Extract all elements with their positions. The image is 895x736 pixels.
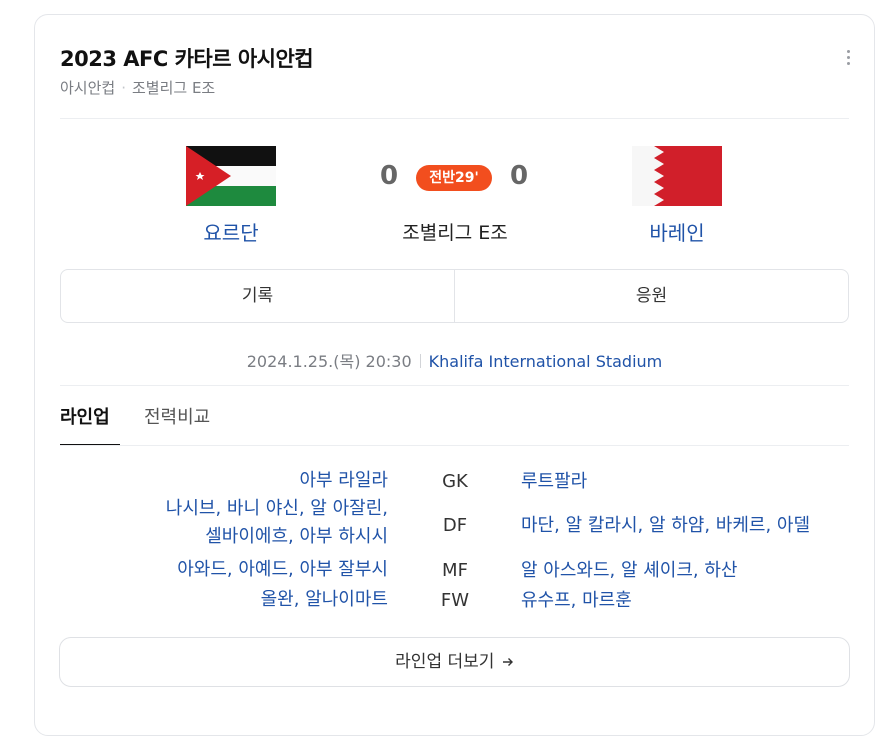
position-label: FW <box>440 590 470 611</box>
position-label: DF <box>442 515 468 536</box>
home-score: 0 <box>380 161 399 191</box>
match-datetime: 2024.1.25.(목) 20:30 <box>246 352 412 371</box>
match-card: 2023 AFC 카타르 아시안컵 아시안컵 · 조별리그 E조 요르단 0 전반2… <box>34 14 875 736</box>
breadcrumb-group[interactable]: 조별리그 E조 <box>132 79 215 97</box>
divider <box>60 385 849 386</box>
home-lineup[interactable]: 아와드, 아예드, 아부 잘부시 <box>177 556 388 584</box>
home-lineup[interactable]: 나시브, 바니 야신, 알 아잘린, 셀바이에흐, 아부 하시시 <box>166 495 388 551</box>
position-label: GK <box>442 471 468 492</box>
away-lineup[interactable]: 알 아스와드, 알 셰이크, 하산 <box>521 556 738 582</box>
arrow-right-icon <box>502 658 513 666</box>
divider <box>60 118 849 119</box>
tab-cheer[interactable]: 응원 <box>454 270 848 322</box>
position-label: MF <box>442 560 468 581</box>
jordan-flag-icon[interactable] <box>186 146 276 206</box>
divider <box>60 445 849 446</box>
tab-record[interactable]: 기록 <box>61 270 454 322</box>
more-lineup-button[interactable]: 라인업 더보기 <box>59 637 850 687</box>
more-lineup-label: 라인업 더보기 <box>395 652 495 672</box>
away-score: 0 <box>510 161 529 191</box>
away-lineup[interactable]: 유수프, 마르훈 <box>521 586 632 612</box>
match-tabs: 기록 응원 <box>60 269 849 323</box>
away-team-name[interactable]: 바레인 <box>607 217 747 246</box>
live-status-badge: 전반29' <box>416 165 492 191</box>
separator <box>419 354 421 368</box>
away-lineup[interactable]: 마단, 알 칼라시, 알 하얌, 바케르, 아델 <box>521 511 810 537</box>
tab-compare[interactable]: 전력비교 <box>144 403 210 429</box>
bahrain-flag-icon[interactable] <box>632 146 722 206</box>
home-lineup[interactable]: 올완, 알나이마트 <box>261 586 388 614</box>
separator-dot: · <box>121 79 126 97</box>
home-lineup[interactable]: 아부 라일라 <box>299 467 388 495</box>
home-team-name[interactable]: 요르단 <box>161 217 301 246</box>
match-info: 2024.1.25.(목) 20:30 Khalifa International… <box>35 348 874 372</box>
breadcrumb: 아시안컵 · 조별리그 E조 <box>60 77 215 98</box>
match-venue[interactable]: Khalifa International Stadium <box>429 352 663 371</box>
more-vertical-icon[interactable] <box>846 50 852 68</box>
tab-lineup[interactable]: 라인업 <box>60 403 110 429</box>
page-title[interactable]: 2023 AFC 카타르 아시안컵 <box>60 43 314 73</box>
match-group: 조별리그 E조 <box>402 222 508 244</box>
breadcrumb-league[interactable]: 아시안컵 <box>60 79 115 97</box>
away-lineup[interactable]: 루트팔라 <box>521 467 587 493</box>
